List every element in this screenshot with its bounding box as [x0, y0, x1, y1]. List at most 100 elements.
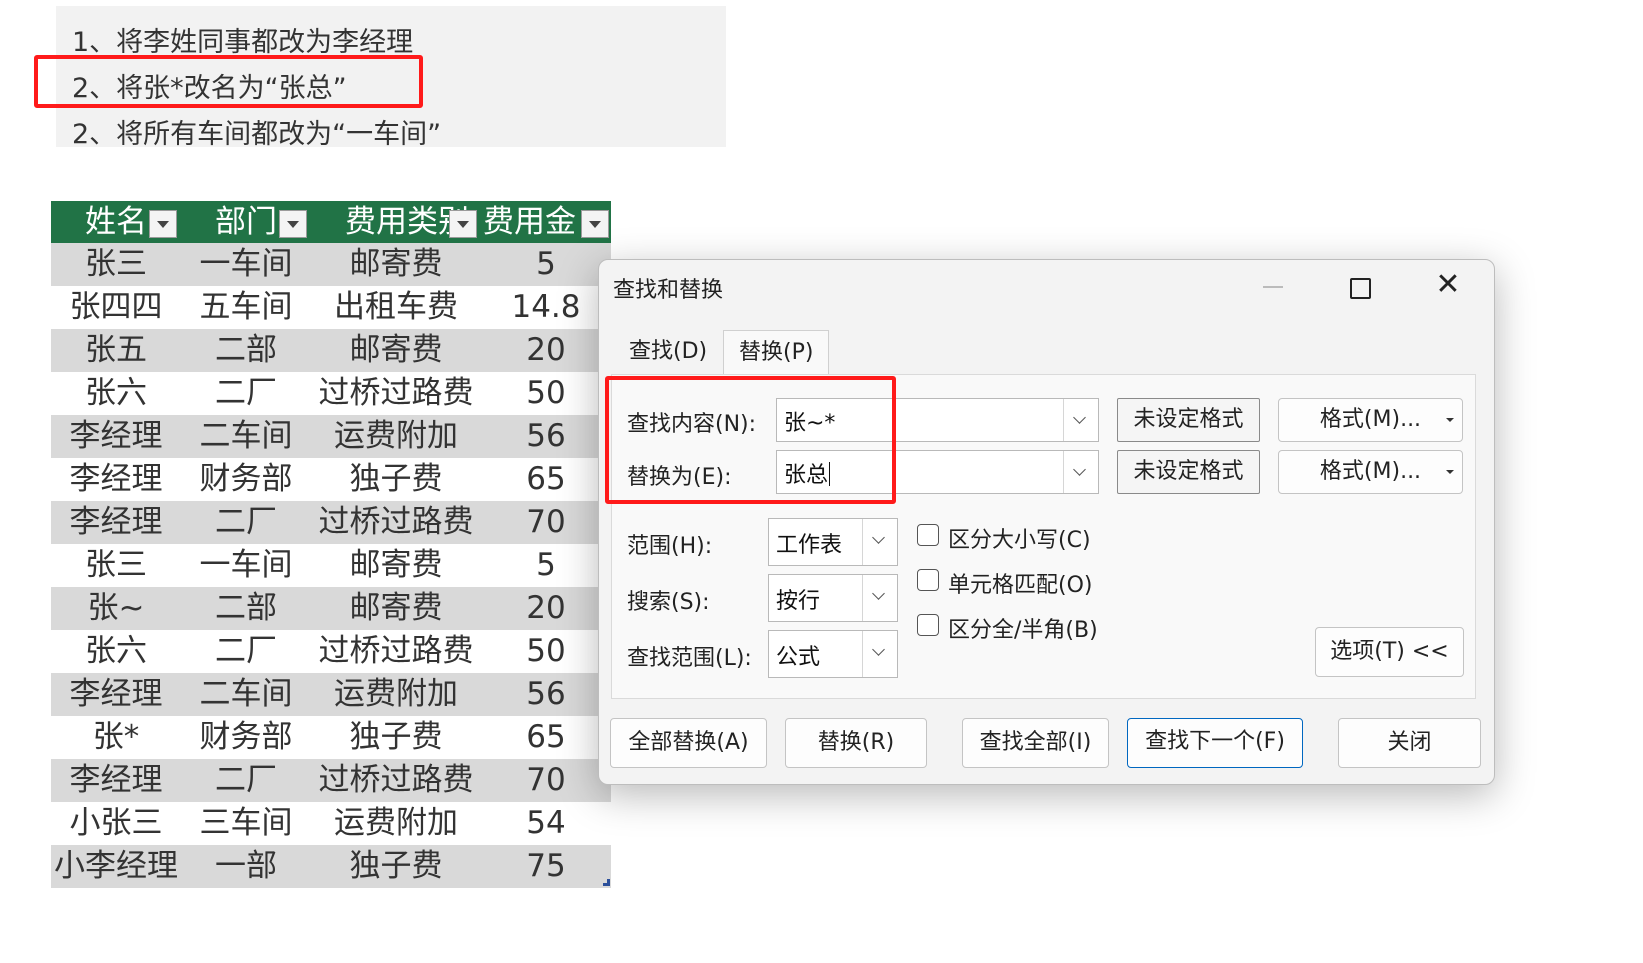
find-next-button[interactable]: 查找下一个(F) — [1127, 718, 1303, 768]
table-cell[interactable]: 二部 — [181, 329, 311, 372]
close-button[interactable]: 关闭 — [1338, 718, 1481, 768]
match-cell-checkbox[interactable] — [917, 569, 939, 591]
table-cell[interactable]: 14.8 — [481, 286, 611, 329]
table-cell[interactable]: 二车间 — [181, 673, 311, 716]
table-row: 李经理 二厂 过桥过路费 70 — [51, 501, 611, 544]
filter-dropdown-icon[interactable] — [581, 210, 609, 238]
table-cell[interactable]: 过桥过路费 — [311, 372, 481, 415]
match-case-label[interactable]: 区分大小写(C) — [948, 522, 1091, 554]
table-cell[interactable]: 小张三 — [51, 802, 181, 845]
table-cell[interactable]: 独子费 — [311, 458, 481, 501]
chevron-down-icon[interactable] — [862, 631, 897, 677]
table-cell[interactable]: 运费附加 — [311, 415, 481, 458]
chevron-down-icon[interactable] — [1063, 451, 1098, 493]
table-cell[interactable]: 运费附加 — [311, 802, 481, 845]
table-cell[interactable]: 李经理 — [51, 415, 181, 458]
table-cell[interactable]: 运费附加 — [311, 673, 481, 716]
table-cell[interactable]: 五车间 — [181, 286, 311, 329]
table-cell[interactable]: 56 — [481, 673, 611, 716]
table-cell[interactable]: 张三 — [51, 243, 181, 286]
table-cell[interactable]: 70 — [481, 759, 611, 802]
table-cell[interactable]: 小李经理 — [51, 845, 181, 888]
table-cell[interactable]: 张~ — [51, 587, 181, 630]
options-button[interactable]: 选项(T) << — [1315, 627, 1464, 677]
table-cell[interactable]: 邮寄费 — [311, 587, 481, 630]
maximize-icon[interactable] — [1350, 278, 1371, 299]
table-cell[interactable]: 李经理 — [51, 458, 181, 501]
table-cell[interactable]: 张五 — [51, 329, 181, 372]
table-cell[interactable]: 54 — [481, 802, 611, 845]
table-cell[interactable]: 二车间 — [181, 415, 311, 458]
table-cell[interactable]: 二部 — [181, 587, 311, 630]
replace-all-button[interactable]: 全部替换(A) — [610, 718, 767, 768]
table-cell[interactable]: 邮寄费 — [311, 243, 481, 286]
search-order-select[interactable]: 按行 — [768, 574, 898, 622]
table-cell[interactable]: 50 — [481, 372, 611, 415]
table-cell[interactable]: 过桥过路费 — [311, 630, 481, 673]
table-row: 张~ 二部 邮寄费 20 — [51, 587, 611, 630]
close-icon[interactable]: ✕ — [1431, 268, 1465, 302]
table-cell[interactable]: 一车间 — [181, 544, 311, 587]
chevron-down-icon[interactable] — [862, 519, 897, 565]
table-cell[interactable]: 张四四 — [51, 286, 181, 329]
table-cell[interactable]: 5 — [481, 243, 611, 286]
match-cell-label[interactable]: 单元格匹配(O) — [948, 567, 1092, 599]
find-replace-highlight-box — [605, 376, 896, 504]
table-cell[interactable]: 20 — [481, 329, 611, 372]
table-cell[interactable]: 一车间 — [181, 243, 311, 286]
table-row: 李经理 二车间 运费附加 56 — [51, 673, 611, 716]
table-row: 小李经理 一部 独子费 75 — [51, 845, 611, 888]
table-cell[interactable]: 张六 — [51, 630, 181, 673]
table-cell[interactable]: 李经理 — [51, 759, 181, 802]
table-cell[interactable]: 李经理 — [51, 501, 181, 544]
filter-dropdown-icon[interactable] — [279, 210, 307, 238]
table-cell[interactable]: 75 — [481, 845, 611, 888]
tab-replace[interactable]: 替换(P) — [723, 330, 830, 374]
table-cell[interactable]: 张三 — [51, 544, 181, 587]
table-cell[interactable]: 张* — [51, 716, 181, 759]
replace-button[interactable]: 替换(R) — [785, 718, 927, 768]
table-resize-handle[interactable] — [603, 879, 610, 886]
table-cell[interactable]: 过桥过路费 — [311, 501, 481, 544]
table-row: 张三 一车间 邮寄费 5 — [51, 243, 611, 286]
filter-dropdown-icon[interactable] — [449, 210, 477, 238]
minimize-icon[interactable] — [1263, 286, 1283, 288]
look-in-select[interactable]: 公式 — [768, 630, 898, 678]
filter-dropdown-icon[interactable] — [149, 210, 177, 238]
find-format-button[interactable]: 格式(M)... — [1278, 398, 1463, 442]
table-row: 张* 财务部 独子费 65 — [51, 716, 611, 759]
table-cell[interactable]: 邮寄费 — [311, 544, 481, 587]
chevron-down-icon[interactable] — [1063, 399, 1098, 441]
find-all-button[interactable]: 查找全部(I) — [962, 718, 1109, 768]
replace-format-button[interactable]: 格式(M)... — [1278, 450, 1463, 494]
table-cell[interactable]: 张六 — [51, 372, 181, 415]
table-cell[interactable]: 独子费 — [311, 716, 481, 759]
match-width-label[interactable]: 区分全/半角(B) — [948, 612, 1098, 644]
table-cell[interactable]: 财务部 — [181, 716, 311, 759]
table-cell[interactable]: 65 — [481, 458, 611, 501]
table-cell[interactable]: 三车间 — [181, 802, 311, 845]
table-cell[interactable]: 出租车费 — [311, 286, 481, 329]
table-cell[interactable]: 邮寄费 — [311, 329, 481, 372]
chevron-down-icon[interactable] — [862, 575, 897, 621]
table-cell[interactable]: 56 — [481, 415, 611, 458]
scope-select[interactable]: 工作表 — [768, 518, 898, 566]
table-cell[interactable]: 独子费 — [311, 845, 481, 888]
table-cell[interactable]: 5 — [481, 544, 611, 587]
table-cell[interactable]: 二厂 — [181, 630, 311, 673]
match-width-checkbox[interactable] — [917, 614, 939, 636]
match-case-checkbox[interactable] — [917, 524, 939, 546]
table-cell[interactable]: 过桥过路费 — [311, 759, 481, 802]
table-cell[interactable]: 二厂 — [181, 759, 311, 802]
table-cell[interactable]: 一部 — [181, 845, 311, 888]
table-row: 张六 二厂 过桥过路费 50 — [51, 630, 611, 673]
table-cell[interactable]: 65 — [481, 716, 611, 759]
table-cell[interactable]: 二厂 — [181, 372, 311, 415]
table-cell[interactable]: 财务部 — [181, 458, 311, 501]
table-cell[interactable]: 50 — [481, 630, 611, 673]
table-cell[interactable]: 二厂 — [181, 501, 311, 544]
table-cell[interactable]: 20 — [481, 587, 611, 630]
table-cell[interactable]: 李经理 — [51, 673, 181, 716]
tab-find[interactable]: 查找(D) — [614, 330, 722, 374]
table-cell[interactable]: 70 — [481, 501, 611, 544]
